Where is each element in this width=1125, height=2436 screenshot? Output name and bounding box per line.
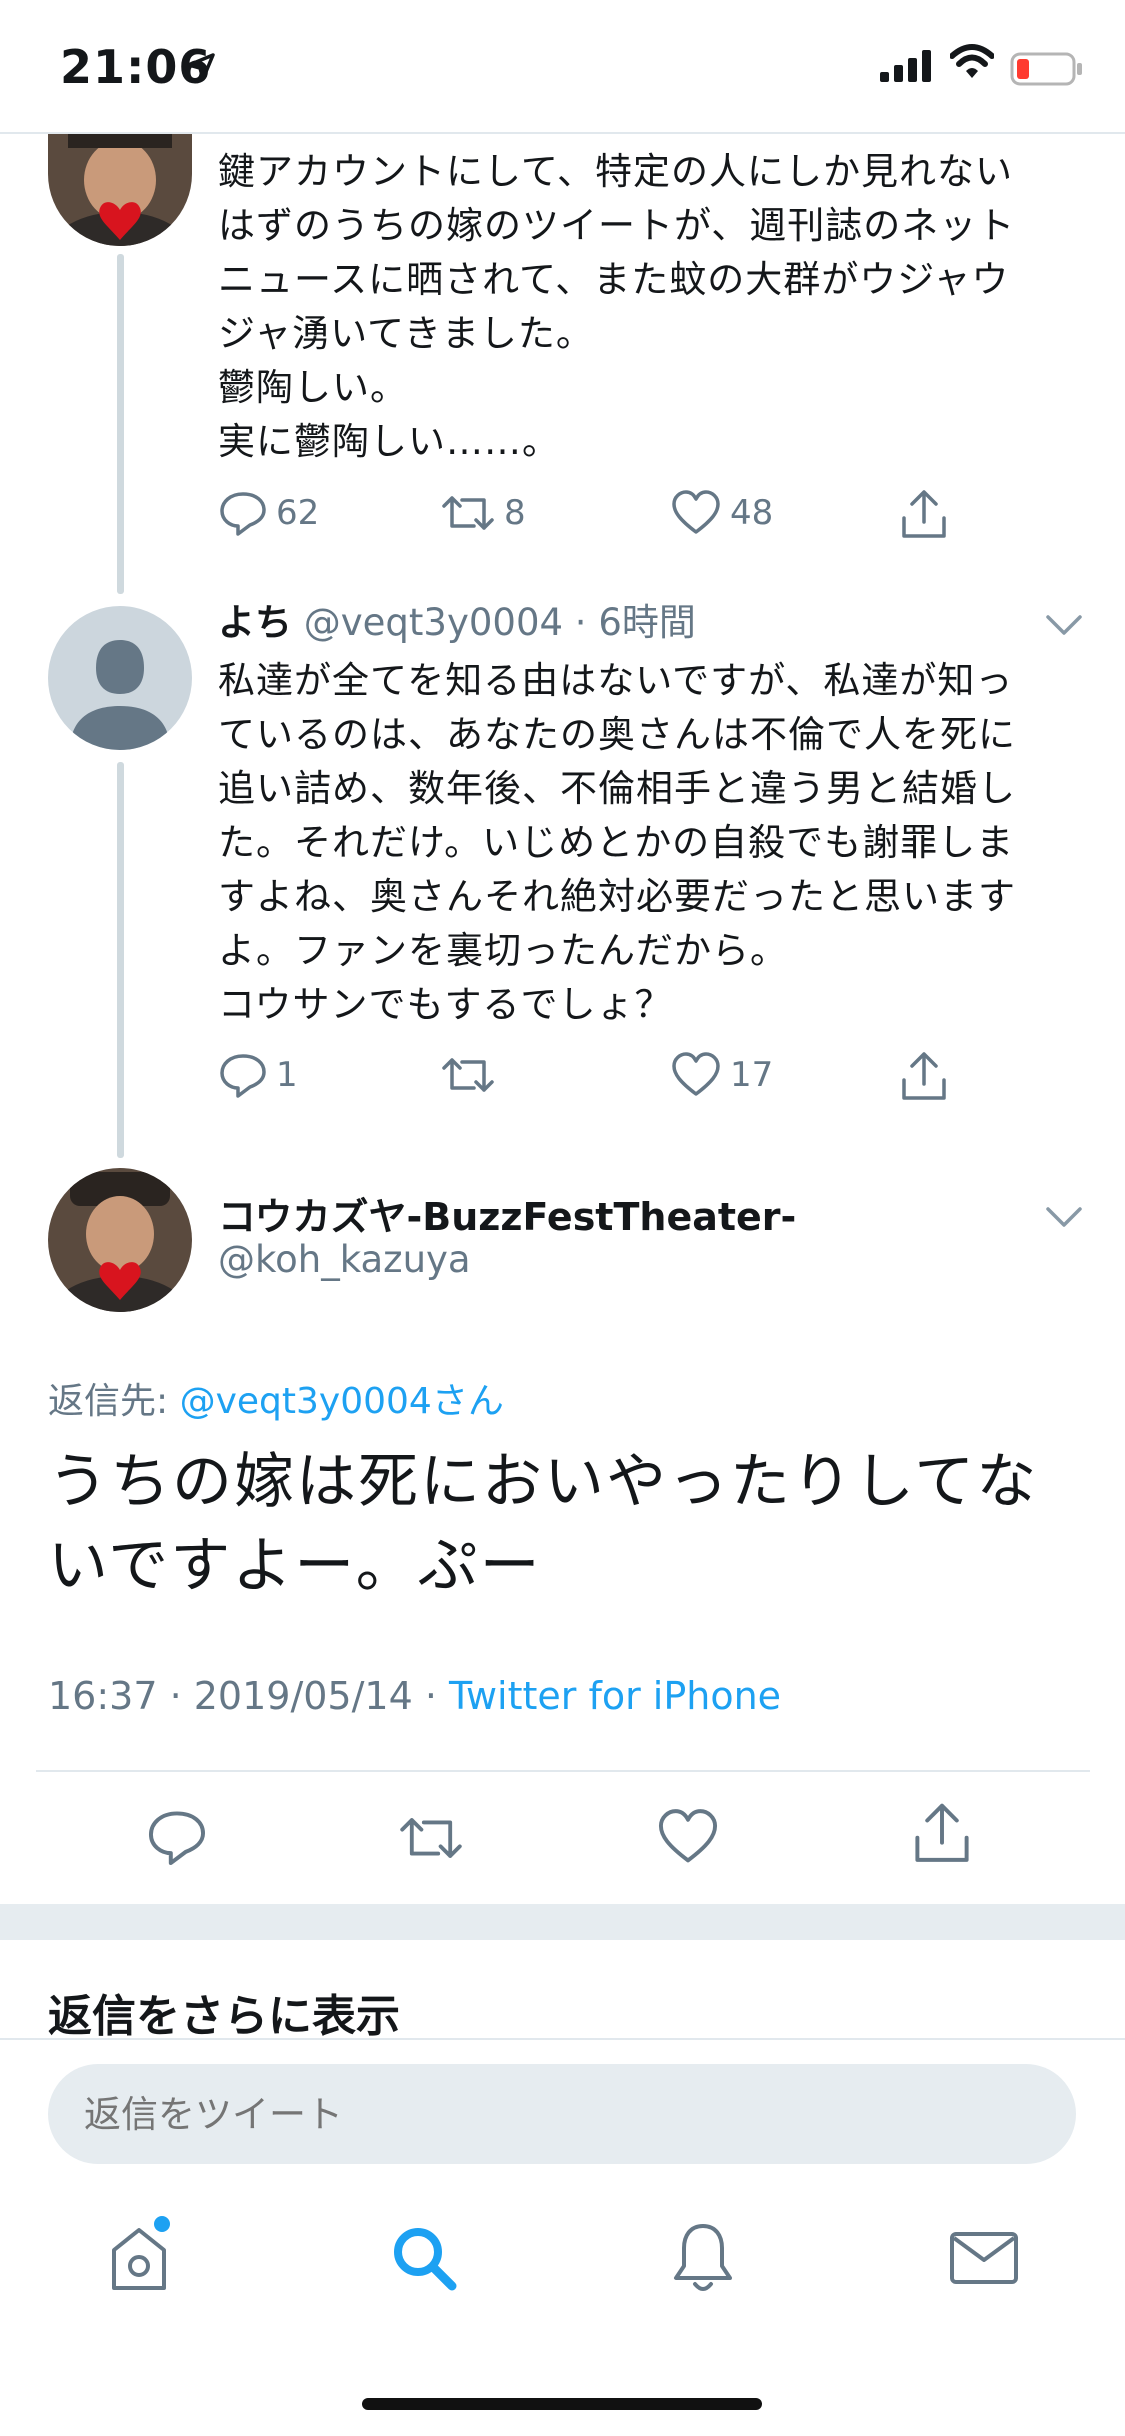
reply-input[interactable] [84, 2088, 1024, 2140]
new-content-dot [154, 2216, 170, 2232]
retweet-button[interactable]: 8 [440, 488, 526, 538]
avatar-koh-kazuya[interactable] [48, 1168, 192, 1312]
reply-count: 1 [276, 1055, 298, 1095]
heart-icon [672, 490, 720, 534]
thread-line [117, 762, 124, 1158]
share-icon [902, 490, 946, 538]
tweet-text: 鍵アカウントにして、特定の人にしか見れない はずのうちの嫁のツイートが、週刊誌の… [218, 150, 1016, 463]
tab-search[interactable] [390, 2224, 460, 2294]
thread-line [117, 254, 124, 594]
retweet-icon [442, 496, 494, 530]
battery-low-icon [1010, 52, 1082, 86]
status-bar: 21:06 [0, 0, 1125, 134]
like-button[interactable]: 17 [670, 1050, 773, 1100]
reply-to-line: 返信先: @veqt3y0004さん [48, 1372, 504, 1424]
heart-icon [672, 1052, 720, 1096]
reply-icon [220, 1054, 266, 1098]
reply-to-label: 返信先: [48, 1381, 180, 1422]
timestamp-date: 16:37 · 2019/05/14 · [48, 1674, 450, 1718]
tweet-text: 私達が全てを知る由はないですが、私達が知っ ているのは、あなたの奥さんは不倫で人… [218, 659, 1016, 1026]
reply-button[interactable]: 62 [218, 488, 319, 538]
tweet-time: · 6時間 [574, 601, 696, 644]
share-icon [902, 1052, 946, 1100]
tweet-header: よち @veqt3y0004 · 6時間 [218, 598, 1038, 648]
divider [36, 1770, 1090, 1772]
show-more-replies-button[interactable]: 返信をさらに表示 [48, 1980, 400, 2044]
main-tweet-text: うちの嫁は死においやったりしてな いですよー。ぷー [48, 1447, 1039, 1601]
reply-to-link[interactable]: @veqt3y0004さん [180, 1381, 504, 1422]
tab-home[interactable] [104, 2216, 174, 2296]
tweet-source-link[interactable]: Twitter for iPhone [449, 1674, 781, 1718]
retweet-button[interactable] [440, 1050, 504, 1100]
tab-notifications[interactable] [668, 2218, 738, 2298]
tweet-timestamp: 16:37 · 2019/05/14 · Twitter for iPhone [48, 1674, 781, 1718]
reply-icon [220, 492, 266, 536]
reply-count: 62 [276, 493, 320, 533]
avatar-koh-kazuya[interactable] [48, 122, 192, 246]
reply-icon[interactable] [146, 1806, 208, 1868]
heart-icon[interactable] [656, 1806, 720, 1868]
retweet-count: 8 [504, 493, 526, 533]
share-button[interactable] [898, 1050, 958, 1104]
like-count: 48 [730, 493, 774, 533]
tab-messages[interactable] [948, 2228, 1020, 2288]
user-handle[interactable]: @veqt3y0004 [304, 601, 563, 644]
divider [0, 2038, 1125, 2040]
location-arrow-icon [187, 53, 215, 81]
user-name[interactable]: よち [218, 601, 292, 644]
like-button[interactable]: 48 [670, 488, 773, 538]
wifi-icon [950, 44, 994, 78]
chevron-down-icon[interactable] [1044, 1204, 1084, 1230]
user-handle[interactable]: @koh_kazuya [218, 1238, 471, 1281]
share-button[interactable] [898, 488, 958, 542]
default-profile-icon [70, 640, 170, 750]
share-icon[interactable] [910, 1800, 974, 1868]
user-name[interactable]: コウカズヤ-BuzzFestTheater- [218, 1186, 796, 1241]
chevron-down-icon[interactable] [1044, 612, 1084, 638]
retweet-icon [442, 1058, 494, 1092]
cellular-signal-icon [880, 50, 931, 82]
avatar-default-profile[interactable] [48, 606, 192, 750]
home-indicator[interactable] [362, 2398, 762, 2410]
reply-button[interactable]: 1 [218, 1050, 298, 1100]
section-separator [0, 1904, 1125, 1940]
reply-compose-bar[interactable] [48, 2064, 1076, 2164]
retweet-icon[interactable] [396, 1808, 466, 1868]
like-count: 17 [730, 1055, 774, 1095]
